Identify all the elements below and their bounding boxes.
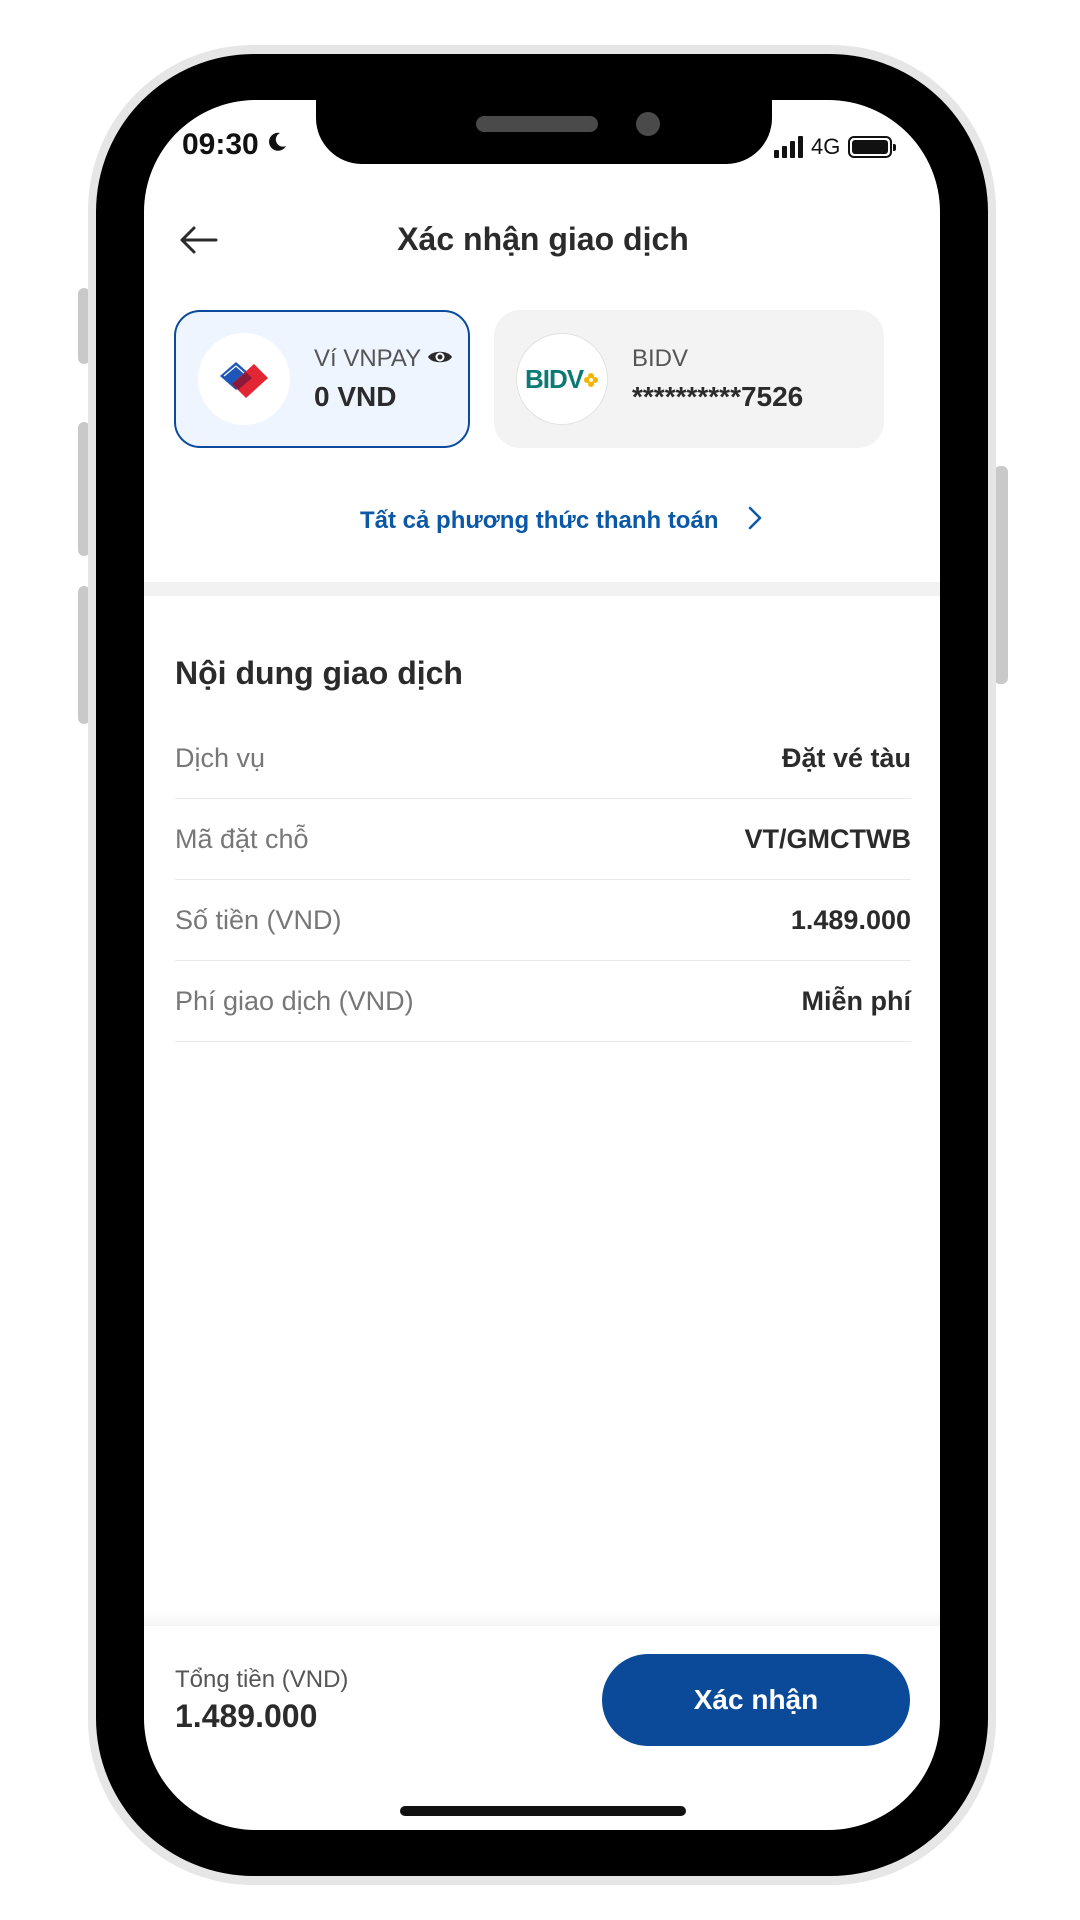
- vnpay-name-row: Ví VNPAY: [314, 345, 453, 373]
- speaker-grille: [476, 116, 598, 132]
- detail-row-amount: Số tiền (VND) 1.489.000: [175, 880, 911, 961]
- detail-value: VT/GMCTWB: [744, 823, 911, 854]
- detail-value: 1.489.000: [790, 904, 911, 935]
- section-divider: [144, 582, 940, 596]
- network-type: 4G: [811, 134, 841, 159]
- home-indicator: [400, 1806, 686, 1816]
- vnpay-logo: [198, 333, 290, 425]
- battery-icon: [848, 136, 897, 158]
- power-button: [994, 466, 1008, 684]
- detail-row-booking-code: Mã đặt chỗ VT/GMCTWB: [175, 799, 911, 880]
- status-time-text: 09:30: [182, 128, 259, 161]
- bidv-info: BIDV **********7526: [632, 345, 803, 413]
- bidv-logo-text-row: BIDV: [525, 364, 599, 395]
- bidv-flower-icon: [583, 364, 599, 395]
- bidv-name: BIDV: [632, 345, 689, 372]
- detail-label: Dịch vụ: [175, 742, 266, 773]
- page-title: Xác nhận giao dịch: [397, 221, 689, 257]
- payment-method-bidv[interactable]: BIDV BIDV **********7526: [494, 310, 884, 448]
- detail-label: Số tiền (VND): [175, 904, 342, 935]
- footer-shadow: [144, 1610, 940, 1626]
- status-time: 09:30: [182, 128, 289, 162]
- detail-value: Đặt vé tàu: [781, 742, 911, 773]
- eye-icon[interactable]: [427, 345, 453, 373]
- confirm-button[interactable]: Xác nhận: [602, 1654, 910, 1746]
- section-title: Nội dung giao dịch: [175, 655, 463, 691]
- detail-row-fee: Phí giao dịch (VND) Miễn phí: [175, 961, 911, 1042]
- back-button[interactable]: [176, 220, 220, 264]
- bidv-account-number: **********7526: [632, 381, 804, 412]
- vnpay-info: Ví VNPAY 0 VND: [314, 345, 453, 413]
- total-value: 1.489.000: [175, 1698, 318, 1734]
- bidv-logo-text: BIDV: [524, 363, 584, 394]
- front-camera: [636, 112, 660, 136]
- payment-method-vnpay[interactable]: Ví VNPAY 0 VND: [174, 310, 470, 448]
- status-indicators: 4G: [774, 134, 897, 160]
- vnpay-name: Ví VNPAY: [314, 345, 422, 372]
- detail-row-service: Dịch vụ Đặt vé tàu: [175, 718, 911, 799]
- total-label: Tổng tiền (VND): [175, 1666, 349, 1693]
- moon-icon: [265, 128, 289, 162]
- detail-value: Miễn phí: [801, 985, 912, 1016]
- chevron-right-icon: [748, 506, 762, 535]
- arrow-left-icon: [178, 225, 218, 260]
- detail-label: Phí giao dịch (VND): [175, 985, 414, 1016]
- detail-label: Mã đặt chỗ: [175, 823, 309, 854]
- vnpay-balance: 0 VND: [314, 381, 397, 412]
- bidv-logo: BIDV: [516, 333, 608, 425]
- all-payment-methods-link[interactable]: Tất cả phương thức thanh toán: [360, 506, 762, 535]
- all-payment-methods-label: Tất cả phương thức thanh toán: [360, 506, 719, 534]
- signal-icon: [774, 136, 803, 158]
